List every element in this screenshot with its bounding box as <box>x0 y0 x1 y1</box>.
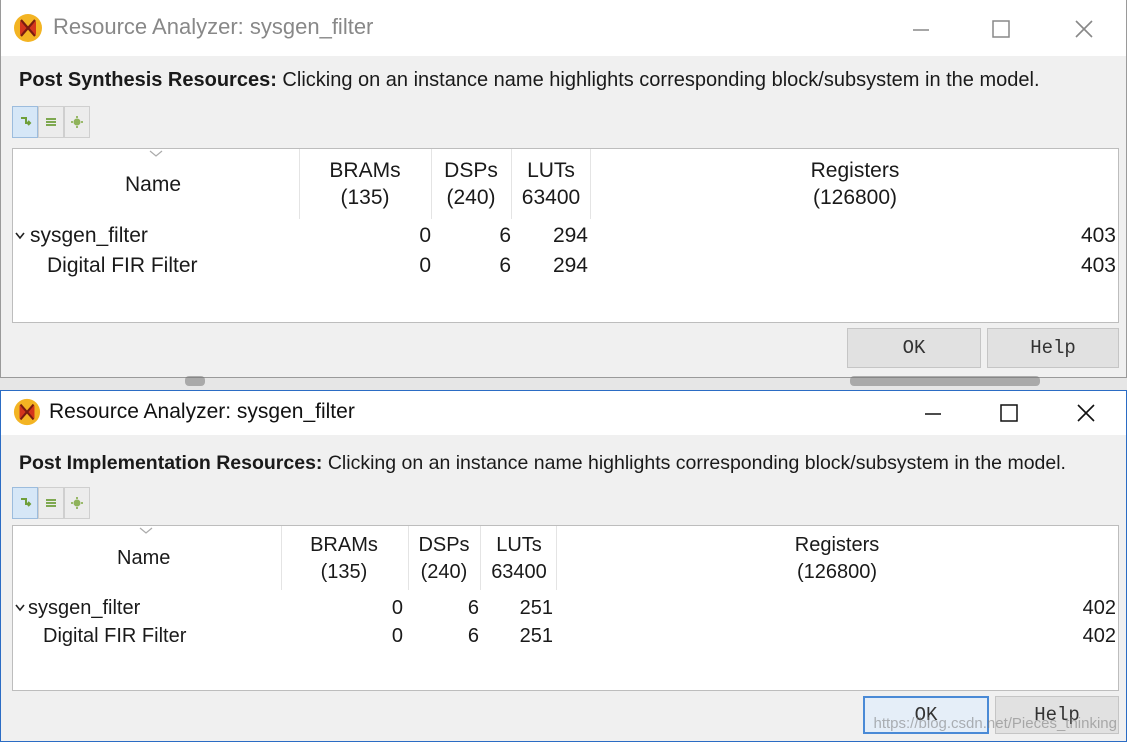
brams-value: 0 <box>419 224 431 247</box>
column-header-dsps[interactable]: DSPs (240) <box>411 532 477 586</box>
settings-icon <box>71 116 83 128</box>
help-button[interactable]: Help <box>987 328 1119 368</box>
xilinx-sysgen-icon <box>14 14 42 42</box>
brams-value: 0 <box>391 597 403 619</box>
column-header-luts[interactable]: LUTs 63400 <box>483 532 555 586</box>
brams-value: 0 <box>391 625 403 647</box>
dsps-value: 6 <box>467 625 479 647</box>
registers-value: 403 <box>1080 224 1116 247</box>
minimize-icon <box>925 413 941 415</box>
column-header-name[interactable]: Name <box>117 545 170 572</box>
column-header-brams[interactable]: BRAMs (135) <box>298 532 390 586</box>
minimize-button[interactable] <box>913 393 953 433</box>
brams-value: 0 <box>419 254 431 277</box>
luts-value: 251 <box>519 597 553 619</box>
title-bar[interactable]: Resource Analyzer: sysgen_filter <box>1 0 1126 56</box>
instance-name[interactable]: sysgen_filter <box>30 222 148 250</box>
resource-analyzer-window-implementation: Resource Analyzer: sysgen_filter Post Im… <box>0 390 1127 742</box>
resources-header: Post Implementation Resources: Clicking … <box>19 452 1066 475</box>
close-button[interactable] <box>1066 393 1106 433</box>
header-description: Clicking on an instance name highlights … <box>322 452 1066 474</box>
background-strip <box>0 376 1127 390</box>
ok-button[interactable]: OK <box>847 328 981 368</box>
luts-value: 294 <box>552 254 588 277</box>
settings-button[interactable] <box>64 487 90 519</box>
maximize-icon <box>992 20 1010 38</box>
registers-value: 402 <box>1082 597 1116 619</box>
header-description: Clicking on an instance name highlights … <box>276 69 1040 91</box>
close-button[interactable] <box>1064 9 1104 49</box>
expand-icon <box>21 117 32 126</box>
maximize-button[interactable] <box>989 393 1029 433</box>
dsps-value: 6 <box>467 597 479 619</box>
chevron-down-icon[interactable] <box>15 232 25 240</box>
close-icon <box>1075 20 1093 38</box>
header-bold-label: Post Implementation Resources: <box>19 452 323 474</box>
column-header-registers[interactable]: Registers (126800) <box>775 532 899 586</box>
column-header-dsps[interactable]: DSPs (240) <box>437 157 505 211</box>
toolbar <box>12 106 90 138</box>
instance-name[interactable]: Digital FIR Filter <box>47 252 198 280</box>
expand-button[interactable] <box>12 106 38 138</box>
xilinx-sysgen-icon <box>13 398 41 426</box>
chevron-down-icon[interactable] <box>15 604 25 612</box>
header-bold-label: Post Synthesis Resources: <box>19 69 277 91</box>
sort-caret-icon <box>149 150 163 157</box>
title-bar[interactable]: Resource Analyzer: sysgen_filter <box>1 391 1126 435</box>
maximize-button[interactable] <box>981 9 1021 49</box>
luts-value: 251 <box>519 625 553 647</box>
resource-table: Name BRAMs (135) DSPs (240) LUTs 63400 R… <box>12 148 1119 323</box>
resource-table: Name BRAMs (135) DSPs (240) LUTs 63400 R… <box>12 525 1119 691</box>
window-title: Resource Analyzer: sysgen_filter <box>53 14 374 39</box>
dsps-value: 6 <box>499 254 511 277</box>
column-header-luts[interactable]: LUTs 63400 <box>515 157 587 211</box>
instance-name[interactable]: sysgen_filter <box>28 594 140 622</box>
window-title: Resource Analyzer: sysgen_filter <box>49 400 355 423</box>
settings-button[interactable] <box>64 106 90 138</box>
collapse-button[interactable] <box>38 487 64 519</box>
collapse-icon <box>46 118 56 126</box>
dsps-value: 6 <box>499 224 511 247</box>
registers-value: 403 <box>1080 254 1116 277</box>
toolbar <box>12 487 90 519</box>
minimize-button[interactable] <box>901 9 941 49</box>
registers-value: 402 <box>1082 625 1116 647</box>
maximize-icon <box>1000 404 1018 422</box>
close-icon <box>1077 404 1095 422</box>
collapse-icon <box>46 499 56 507</box>
resources-header: Post Synthesis Resources: Clicking on an… <box>19 69 1040 92</box>
instance-name[interactable]: Digital FIR Filter <box>43 622 186 650</box>
expand-icon <box>21 498 32 507</box>
column-header-brams[interactable]: BRAMs (135) <box>319 157 411 211</box>
watermark: https://blog.csdn.net/Pieces_thinking <box>873 715 1118 732</box>
luts-value: 294 <box>552 224 588 247</box>
column-header-registers[interactable]: Registers (126800) <box>793 157 917 211</box>
minimize-icon <box>913 29 929 31</box>
expand-button[interactable] <box>12 487 38 519</box>
sort-caret-icon <box>139 527 153 534</box>
settings-icon <box>71 497 83 509</box>
collapse-button[interactable] <box>38 106 64 138</box>
resource-analyzer-window-synthesis: Resource Analyzer: sysgen_filter Post Sy… <box>0 0 1127 378</box>
column-header-name[interactable]: Name <box>125 171 181 198</box>
